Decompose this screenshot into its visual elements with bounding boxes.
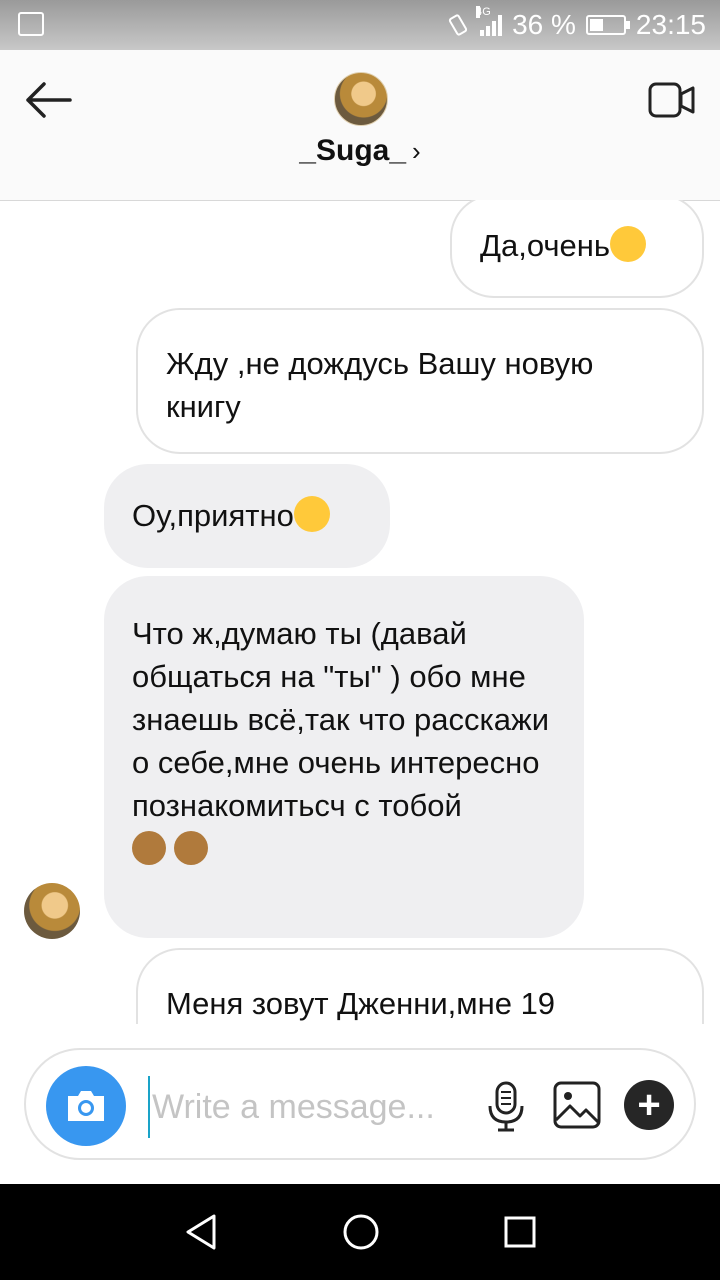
recents-nav-icon[interactable]: [498, 1210, 542, 1254]
message-thread[interactable]: Да,очень Жду ,не дождусь Вашу новую книг…: [0, 200, 720, 1024]
video-call-icon[interactable]: [648, 80, 696, 120]
microphone-icon[interactable]: [484, 1080, 528, 1134]
see-no-evil-monkey-emoji-icon: [132, 831, 166, 865]
sender-avatar[interactable]: [24, 883, 80, 939]
smiling-face-emoji-icon: [293, 496, 330, 532]
signal-icon: 4G: [476, 6, 503, 36]
status-right: 4G 36 % 23:15: [446, 6, 706, 42]
message-text: Что ж,думаю ты (давай общаться на "ты" )…: [132, 616, 550, 823]
message-bubble-outgoing[interactable]: Меня зовут Дженни,мне 19: [136, 948, 704, 1024]
back-nav-icon[interactable]: [180, 1210, 224, 1254]
avatar[interactable]: [334, 72, 388, 126]
message-text: Оу,приятно: [132, 498, 294, 533]
camera-icon: [68, 1091, 104, 1121]
message-composer: +: [24, 1048, 696, 1160]
message-text: Да,очень: [480, 228, 611, 263]
status-bar: 4G 36 % 23:15: [0, 0, 720, 50]
message-input[interactable]: [148, 1076, 484, 1138]
message-bubble-incoming[interactable]: Что ж,думаю ты (давай общаться на "ты" )…: [104, 576, 584, 938]
message-bubble-incoming[interactable]: Оу,приятно: [104, 464, 390, 568]
android-nav-bar: [0, 1184, 720, 1280]
vibrate-icon: [448, 14, 468, 36]
battery-icon: [585, 15, 630, 35]
message-text: Меня зовут Дженни,мне 19: [166, 986, 556, 1021]
battery-percent: 36 %: [512, 9, 576, 40]
network-type: 4G: [476, 6, 491, 18]
back-arrow-icon[interactable]: [22, 80, 74, 120]
screenshot-notification-icon: [18, 12, 44, 36]
message-bubble-outgoing[interactable]: Да,очень: [450, 200, 704, 298]
gallery-icon[interactable]: [552, 1080, 602, 1130]
chevron-right-icon: ›: [412, 136, 421, 166]
camera-button[interactable]: [46, 1066, 126, 1146]
home-nav-icon[interactable]: [339, 1210, 383, 1254]
see-no-evil-monkey-emoji-icon: [174, 831, 208, 865]
plus-icon[interactable]: +: [624, 1080, 674, 1130]
chat-username[interactable]: _Suga_ ›: [0, 134, 720, 168]
message-bubble-outgoing[interactable]: Жду ,не дождусь Вашу новую книгу: [136, 308, 704, 454]
message-text: Жду ,не дождусь Вашу новую книгу: [166, 346, 594, 424]
sleepy-face-emoji-icon: [610, 226, 647, 262]
chat-header: _Suga_ ›: [0, 50, 720, 201]
username-text: _Suga_: [299, 134, 407, 167]
clock: 23:15: [635, 9, 706, 40]
